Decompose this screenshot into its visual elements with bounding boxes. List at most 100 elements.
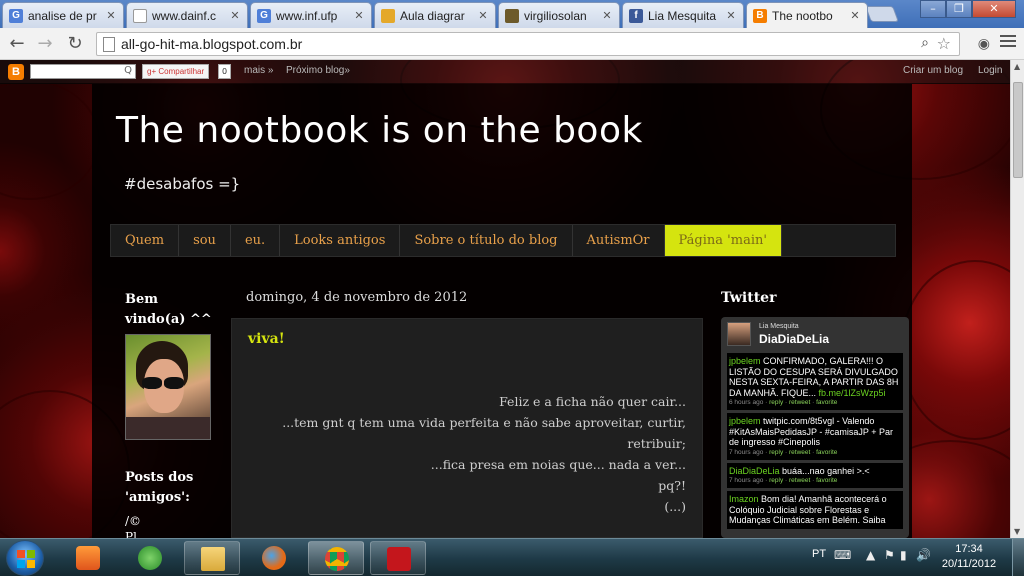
- welcome-heading: Bem vindo(a) ^^: [125, 292, 212, 327]
- close-tab-icon[interactable]: ✕: [229, 9, 241, 22]
- twitter-profile[interactable]: Lia Mesquita DiaDiaDeLia: [721, 317, 909, 353]
- retweet-link[interactable]: retweet: [789, 399, 810, 406]
- reply-link[interactable]: reply: [769, 477, 783, 484]
- create-blog-link[interactable]: Criar um blog: [903, 65, 963, 76]
- tweet-user[interactable]: jpbelem: [729, 416, 761, 426]
- post-line: (...): [664, 499, 686, 514]
- browser-tab-active[interactable]: B The nootbo ✕: [746, 2, 868, 28]
- acrobat-icon: [387, 547, 411, 571]
- scroll-down-icon[interactable]: ▼: [1014, 527, 1020, 536]
- close-tab-icon[interactable]: ✕: [477, 9, 489, 22]
- page-tab-autismor[interactable]: AutismOr: [573, 225, 665, 256]
- taskbar-firefox[interactable]: [246, 541, 302, 575]
- close-tab-icon[interactable]: ✕: [353, 9, 365, 22]
- start-button[interactable]: [6, 540, 44, 576]
- tweet-time[interactable]: 7 hours ago: [729, 449, 763, 456]
- taskbar-messenger[interactable]: [122, 541, 178, 575]
- login-link[interactable]: Login: [978, 65, 1002, 76]
- taskbar-explorer[interactable]: [184, 541, 240, 575]
- tweet-user[interactable]: Imazon: [729, 494, 759, 504]
- google-favicon-icon: G: [9, 8, 23, 23]
- twitter-avatar[interactable]: [727, 322, 751, 346]
- share-label: Compartilhar: [158, 67, 205, 76]
- browser-tab[interactable]: G analise de pr ✕: [2, 2, 124, 28]
- more-link[interactable]: mais »: [244, 65, 273, 76]
- page-tab-looks-antigos[interactable]: Looks antigos: [280, 225, 401, 256]
- page-tab-sou[interactable]: sou: [179, 225, 231, 256]
- scrollbar-thumb[interactable]: [1013, 82, 1023, 178]
- taskbar-chrome[interactable]: [308, 541, 364, 575]
- tweet-link[interactable]: fb.me/1lZsWzp5i: [819, 388, 886, 398]
- reload-button[interactable]: ↻: [64, 33, 86, 55]
- post-title[interactable]: viva!: [248, 331, 285, 347]
- page-tab-main[interactable]: Página 'main': [664, 225, 782, 256]
- search-icon[interactable]: ⌕: [921, 35, 929, 51]
- tweet-user[interactable]: DiaDiaDeLia: [729, 466, 780, 476]
- browser-tab[interactable]: virgiliosolan ✕: [498, 2, 620, 28]
- tweet: jpbelem twitpic.com/8t5vgl - Valendo #Ki…: [727, 413, 903, 460]
- page-scrollbar[interactable]: ▲ ▼: [1010, 60, 1024, 538]
- page-tab-eu[interactable]: eu.: [231, 225, 281, 256]
- page-icon: [103, 37, 115, 52]
- action-center-flag-icon[interactable]: ⚑: [884, 548, 895, 562]
- browser-tab[interactable]: www.dainf.c ✕: [126, 2, 248, 28]
- close-tab-icon[interactable]: ✕: [849, 9, 861, 22]
- tweet: DiaDiaDeLia buáa...nao ganhei >.< 7 hour…: [727, 462, 903, 488]
- tray-expand-icon[interactable]: ▲: [866, 548, 875, 562]
- browser-tab-strip: G analise de pr ✕ www.dainf.c ✕ G www.in…: [0, 0, 1024, 28]
- taskbar-media-player[interactable]: [60, 541, 116, 575]
- address-bar[interactable]: ⌕ ☆: [96, 32, 960, 56]
- twitter-username[interactable]: DiaDiaDeLia: [759, 332, 829, 346]
- profile-photo[interactable]: [125, 334, 211, 440]
- keyboard-icon[interactable]: ⌨: [834, 548, 851, 562]
- forward-button[interactable]: →: [34, 33, 56, 55]
- show-desktop-button[interactable]: [1012, 539, 1024, 576]
- friends-list-item[interactable]: /©: [125, 514, 141, 528]
- blogger-logo-icon[interactable]: B: [8, 64, 24, 80]
- back-button[interactable]: ←: [6, 33, 28, 55]
- blog-search-input[interactable]: Q: [30, 64, 136, 79]
- next-blog-link[interactable]: Próximo blog»: [286, 65, 350, 76]
- minimize-button[interactable]: –: [920, 0, 946, 18]
- reply-link[interactable]: reply: [769, 399, 783, 406]
- slides-favicon-icon: [381, 8, 395, 23]
- blog-title[interactable]: The nootbook is on the book: [116, 110, 643, 151]
- retweet-link[interactable]: retweet: [789, 449, 810, 456]
- favorite-link[interactable]: favorite: [816, 449, 837, 456]
- new-tab-button[interactable]: [865, 6, 899, 22]
- tweet: jpbelem CONFIRMADO, GALERA!!! O LISTÃO D…: [727, 353, 903, 410]
- retweet-link[interactable]: retweet: [789, 477, 810, 484]
- page-tab-sobre-titulo[interactable]: Sobre o título do blog: [400, 225, 573, 256]
- bookmark-star-icon[interactable]: ☆: [937, 34, 951, 53]
- url-input[interactable]: [121, 35, 901, 53]
- browser-tab[interactable]: f Lia Mesquita ✕: [622, 2, 744, 28]
- page-tab-quem[interactable]: Quem: [111, 225, 180, 256]
- close-tab-icon[interactable]: ✕: [105, 9, 117, 22]
- favorite-link[interactable]: favorite: [816, 477, 837, 484]
- browser-tab[interactable]: G www.inf.ufp ✕: [250, 2, 372, 28]
- share-button[interactable]: g+ Compartilhar: [142, 64, 210, 79]
- tab-title: Lia Mesquita: [648, 8, 717, 23]
- tweet-text: buáa...nao ganhei >.<: [782, 465, 870, 476]
- friends-list-item[interactable]: Pl: [125, 530, 137, 538]
- reply-link[interactable]: reply: [769, 449, 783, 456]
- tab-title: www.inf.ufp: [276, 8, 338, 23]
- input-language[interactable]: PT: [812, 548, 826, 560]
- tweet-time[interactable]: 7 hours ago: [729, 477, 763, 484]
- network-icon[interactable]: ▮: [900, 548, 907, 562]
- tweet-user[interactable]: jpbelem: [729, 356, 761, 366]
- tweet-time[interactable]: 6 hours ago: [729, 399, 763, 406]
- scroll-up-icon[interactable]: ▲: [1014, 62, 1020, 71]
- favorite-link[interactable]: favorite: [816, 399, 837, 406]
- browser-tab[interactable]: Aula diagrar ✕: [374, 2, 496, 28]
- chrome-menu-icon[interactable]: [1000, 35, 1016, 49]
- close-tab-icon[interactable]: ✕: [601, 9, 613, 22]
- extension-eye-icon[interactable]: ◉: [978, 36, 990, 52]
- close-window-button[interactable]: ✕: [972, 0, 1016, 18]
- taskbar-acrobat[interactable]: [370, 541, 426, 575]
- maximize-button[interactable]: ❐: [946, 0, 972, 18]
- search-icon[interactable]: Q: [124, 65, 132, 76]
- volume-icon[interactable]: 🔊: [916, 548, 931, 562]
- system-clock[interactable]: 17:34 20/11/2012: [938, 542, 1000, 572]
- close-tab-icon[interactable]: ✕: [725, 9, 737, 22]
